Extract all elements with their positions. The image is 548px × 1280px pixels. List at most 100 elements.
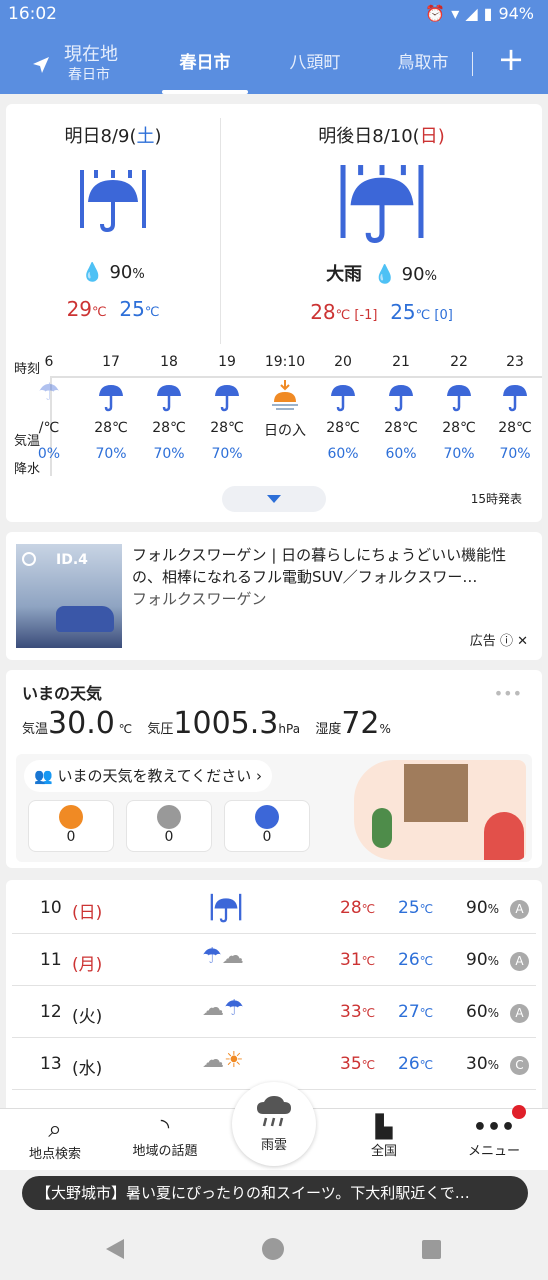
tab-current-location[interactable]: 現在地 春日市 (30, 38, 130, 94)
forecast-row[interactable]: 12 (火) ☁☂ 33℃ 27℃ 60% A (12, 986, 536, 1038)
umbrella-icon (157, 385, 181, 412)
weekly-forecast-card: 10 (日) 28℃ 25℃ 90% A 11 (月) ☂☁ 31℃ 26℃ 90%… (6, 880, 542, 1110)
tomorrow-temps: 29℃ 25℃ (66, 297, 160, 321)
hour-col: 22 28℃ 70% (442, 354, 476, 462)
reliability-grade: A (510, 1004, 529, 1023)
add-location-button[interactable]: + (494, 40, 528, 78)
current-weather-title: いまの天気 (22, 684, 103, 703)
wifi-icon: ▾ (451, 4, 460, 23)
ad-car (56, 606, 114, 632)
more-dots-icon: ••• (472, 1115, 516, 1140)
rss-icon: ◝ (160, 1115, 170, 1140)
vote-cloudy-button[interactable]: 0 (126, 800, 212, 852)
chair (484, 812, 524, 860)
dayafter-temps: 28℃ [-1] 25℃ [0] (310, 300, 453, 324)
heavy-rain-umbrella-icon (340, 165, 423, 243)
cloud-sun-icon: ☁☀ (202, 1048, 244, 1073)
nav-topics[interactable]: ◝ 地域の話題 (115, 1109, 215, 1159)
tab-current-sub: 春日市 (68, 67, 110, 83)
tab-current-label: 現在地 (64, 44, 118, 65)
chevron-down-icon (267, 495, 281, 503)
tomorrow-date: 明日8/9(土) (64, 126, 162, 147)
sunset-col: 19:10 日の入 (264, 354, 306, 439)
tomorrow-panel: 明日8/9(土) 💧 90% 29℃ 25℃ (6, 104, 220, 321)
cloud-rain-icon: ☁☂ (202, 996, 244, 1021)
hour-col: 23 28℃ 70% (498, 354, 532, 462)
dayafter-date: 明後日8/10(日) (318, 126, 445, 147)
nav-search[interactable]: ⌕ 地点検索 (5, 1109, 105, 1162)
announce-time: 15時発表 (470, 492, 522, 506)
ad-title: フォルクスワーゲン | 日の暮らしにちょうどいい機能性 の、相棒になれるフル電動S… (132, 546, 507, 586)
battery-icon: ▮ (483, 4, 493, 23)
expand-button[interactable] (222, 486, 326, 512)
cloud-icon (157, 805, 181, 829)
report-area: 👥 いまの天気を教えてください › 0 0 0 (16, 754, 532, 862)
sunset-icon (272, 380, 298, 410)
ad-label[interactable]: 広告 ⓘ ✕ (470, 630, 528, 649)
current-weather-card: いまの天気 ••• 気温30.0 ℃ 気圧1005.3hPa 湿度72% 👥 い… (6, 670, 542, 868)
forecast-row[interactable]: 11 (月) ☂☁ 31℃ 26℃ 90% A (12, 934, 536, 986)
hourly-forecast[interactable]: 時刻 気温 降水 6 ☂/℃ 0% 17 28℃ 70% 18 28℃ 70% 19 28℃ 7… (6, 344, 542, 482)
heavy-rain-umbrella-icon (210, 893, 242, 923)
umbrella-icon (215, 385, 239, 412)
rain-cloud-icon: ☂☁ (202, 944, 244, 969)
ad-sponsor: フォルクスワーゲン (132, 590, 267, 608)
tab-divider (472, 52, 473, 76)
sun-icon (59, 805, 83, 829)
current-readings: 気温30.0 ℃ 気圧1005.3hPa 湿度72% (22, 706, 391, 741)
location-arrow-icon (33, 57, 49, 73)
umbrella-icon (503, 385, 527, 412)
alarm-icon: ⏰ (425, 4, 446, 23)
hour-col: 17 28℃ 70% (94, 354, 128, 462)
status-time: 16:02 (8, 4, 57, 24)
tomorrow-precip: 💧 90% (81, 262, 145, 283)
tab-yazu[interactable]: 八頭町 (272, 38, 358, 94)
hour-col: 21 28℃ 60% (384, 354, 418, 462)
umbrella-icon (447, 385, 471, 412)
nav-menu[interactable]: ••• メニュー (444, 1105, 544, 1159)
window-blind (404, 764, 468, 822)
forecast-row[interactable]: 10 (日) 28℃ 25℃ 90% A (12, 882, 536, 934)
dayafter-panel: 明後日8/10(日) 大雨 💧 90% 28℃ [-1] 25℃ [0] (221, 104, 542, 324)
umbrella-icon (331, 385, 355, 412)
people-icon: 👥 (34, 767, 53, 785)
rain-icon (255, 805, 279, 829)
reliability-grade: A (510, 900, 529, 919)
dayafter-weather: 大雨 💧 90% (326, 264, 437, 285)
back-icon[interactable] (104, 1238, 126, 1260)
more-icon[interactable]: ••• (494, 684, 522, 703)
ad-image-text: ID.4 (56, 552, 88, 568)
hour-col: 18 28℃ 70% (152, 354, 186, 462)
rain-cloud-icon (257, 1096, 291, 1127)
notification-badge (512, 1105, 526, 1119)
plant (372, 808, 392, 848)
ad-card[interactable]: ID.4 フォルクスワーゲン | 日の暮らしにちょうどいい機能性 の、相棒になれる… (6, 532, 542, 660)
vote-sunny-button[interactable]: 0 (28, 800, 114, 852)
home-icon[interactable] (262, 1238, 284, 1260)
tab-tottori[interactable]: 鳥取市 (380, 38, 466, 94)
news-toast[interactable]: 【大野城市】暑い夏にぴったりの和スイーツ。下大利駅近くで… (22, 1176, 528, 1210)
umbrella-icon (99, 385, 123, 412)
map-icon: ▙ (375, 1115, 393, 1140)
signal-icon: ◢ (465, 4, 478, 23)
vote-rain-button[interactable]: 0 (224, 800, 310, 852)
tab-kasuga[interactable]: 春日市 (162, 38, 248, 94)
reliability-grade: C (510, 1056, 529, 1075)
vw-logo (22, 552, 36, 566)
umbrella-icon (389, 385, 413, 412)
ad-image[interactable]: ID.4 (16, 544, 122, 648)
rain-radar-button[interactable]: 雨雲 (232, 1082, 316, 1166)
hour-col: 19 28℃ 70% (210, 354, 244, 462)
heavy-rain-umbrella-icon (80, 170, 146, 233)
battery-level: 94% (498, 4, 534, 23)
search-icon: ⌕ (48, 1115, 62, 1143)
forecast-card: 明日8/9(土) 💧 90% 29℃ 25℃ 明後日8/10(日) 大雨 💧 9… (6, 104, 542, 522)
nav-national[interactable]: ▙ 全国 (334, 1109, 434, 1159)
app-header: 16:02 ⏰ ▾ ◢ ▮ 94% 現在地 春日市 春日市 八頭町 鳥取市 + (0, 0, 548, 94)
recents-icon[interactable] (422, 1240, 441, 1259)
hour-col: 20 28℃ 60% (326, 354, 360, 462)
room-illustration (354, 760, 526, 860)
report-prompt-button[interactable]: 👥 いまの天気を教えてください › (24, 760, 273, 792)
reliability-grade: A (510, 952, 529, 971)
close-icon[interactable]: ✕ (517, 634, 528, 649)
